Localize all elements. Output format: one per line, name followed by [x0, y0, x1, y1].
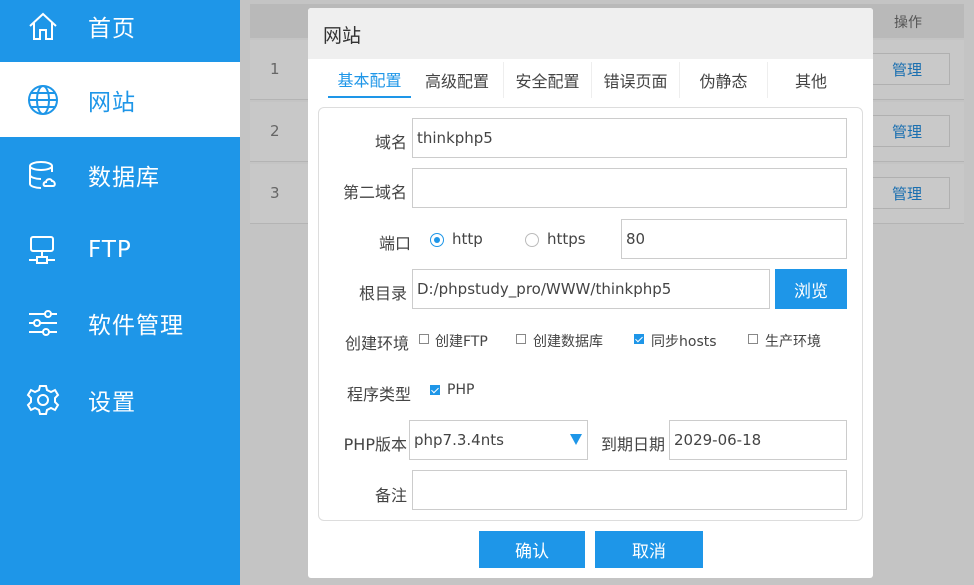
dialog-title-bar[interactable]: 网站	[308, 8, 873, 59]
tab-other[interactable]: 其他	[768, 62, 854, 98]
sidebar: 首页 网站 数据库 FTP 软件管理 设置	[0, 0, 240, 585]
sidebar-item-label: 首页	[88, 15, 136, 42]
second-domain-label: 第二域名	[342, 183, 407, 202]
php-version-label: PHP版本	[343, 435, 407, 454]
tab-basic-config[interactable]: 基本配置	[328, 62, 411, 98]
sidebar-item-settings[interactable]: 设置	[0, 362, 240, 437]
tab-rewrite[interactable]: 伪静态	[680, 62, 768, 98]
create-ftp-label: 创建FTP	[435, 334, 488, 350]
config-tabs: 基本配置 高级配置 安全配置 错误页面 伪静态 其他	[328, 62, 854, 98]
sidebar-item-label: 软件管理	[88, 312, 184, 339]
root-dir-input[interactable]: D:/phpstudy_pro/WWW/thinkphp5	[412, 269, 770, 309]
row-number: 1	[270, 60, 280, 78]
https-radio-label: https	[547, 230, 586, 248]
production-env-label: 生产环境	[765, 334, 821, 350]
confirm-button[interactable]: 确认	[479, 531, 585, 568]
note-label: 备注	[374, 486, 407, 505]
domain-input[interactable]: thinkphp5	[412, 118, 847, 158]
database-icon	[25, 157, 61, 193]
https-radio[interactable]	[525, 233, 539, 247]
sidebar-item-label: 设置	[88, 389, 136, 416]
production-env-checkbox[interactable]	[748, 334, 758, 344]
sliders-icon	[25, 305, 61, 341]
sidebar-item-home[interactable]: 首页	[0, 0, 240, 63]
port-input[interactable]: 80	[621, 219, 847, 259]
http-radio[interactable]	[430, 233, 444, 247]
tab-advanced-config[interactable]: 高级配置	[411, 62, 504, 98]
sync-hosts-checkbox[interactable]	[634, 334, 644, 344]
sidebar-item-label: FTP	[88, 236, 132, 263]
create-ftp-checkbox[interactable]	[419, 334, 429, 344]
browse-button[interactable]: 浏览	[775, 269, 847, 309]
program-type-label: 程序类型	[346, 385, 411, 404]
php-checkbox-label: PHP	[447, 382, 475, 398]
second-domain-input[interactable]	[412, 168, 847, 208]
create-env-label: 创建环境	[344, 334, 409, 353]
expire-date-label: 到期日期	[600, 435, 665, 454]
website-config-dialog: 网站 基本配置 高级配置 安全配置 错误页面 伪静态 其他 域名 thinkph…	[308, 8, 873, 578]
globe-icon	[25, 82, 61, 118]
port-label: 端口	[378, 234, 411, 253]
create-database-label: 创建数据库	[533, 334, 603, 350]
php-version-select[interactable]: php7.3.4nts	[409, 420, 588, 460]
basic-config-panel: 域名 thinkphp5 第二域名 端口 http https 80 根目录 D…	[318, 107, 863, 521]
dialog-title: 网站	[323, 25, 362, 47]
dropdown-arrow-icon	[570, 434, 582, 445]
manage-button[interactable]: 管理	[864, 115, 950, 147]
gear-icon	[25, 382, 61, 418]
root-dir-label: 根目录	[358, 284, 407, 303]
sidebar-item-label: 网站	[88, 89, 136, 116]
cancel-button[interactable]: 取消	[595, 531, 703, 568]
row-number: 2	[270, 122, 280, 140]
expire-date-input[interactable]: 2029-06-18	[669, 420, 847, 460]
tab-security-config[interactable]: 安全配置	[504, 62, 592, 98]
op-column-header: 操作	[894, 15, 922, 31]
manage-button[interactable]: 管理	[864, 177, 950, 209]
sidebar-item-website[interactable]: 网站	[0, 62, 240, 137]
domain-label: 域名	[374, 133, 407, 152]
php-checkbox[interactable]	[430, 385, 440, 395]
row-number: 3	[270, 184, 280, 202]
sidebar-item-software[interactable]: 软件管理	[0, 285, 240, 360]
sync-hosts-label: 同步hosts	[651, 334, 717, 350]
home-icon	[25, 8, 61, 44]
sidebar-item-ftp[interactable]: FTP	[0, 212, 240, 287]
sidebar-item-label: 数据库	[88, 164, 160, 191]
create-database-checkbox[interactable]	[516, 334, 526, 344]
note-input[interactable]	[412, 470, 847, 510]
sidebar-item-database[interactable]: 数据库	[0, 137, 240, 212]
ftp-server-icon	[25, 232, 61, 268]
tab-error-pages[interactable]: 错误页面	[592, 62, 680, 98]
manage-button[interactable]: 管理	[864, 53, 950, 85]
http-radio-label: http	[452, 230, 483, 248]
php-version-value: php7.3.4nts	[414, 431, 504, 449]
